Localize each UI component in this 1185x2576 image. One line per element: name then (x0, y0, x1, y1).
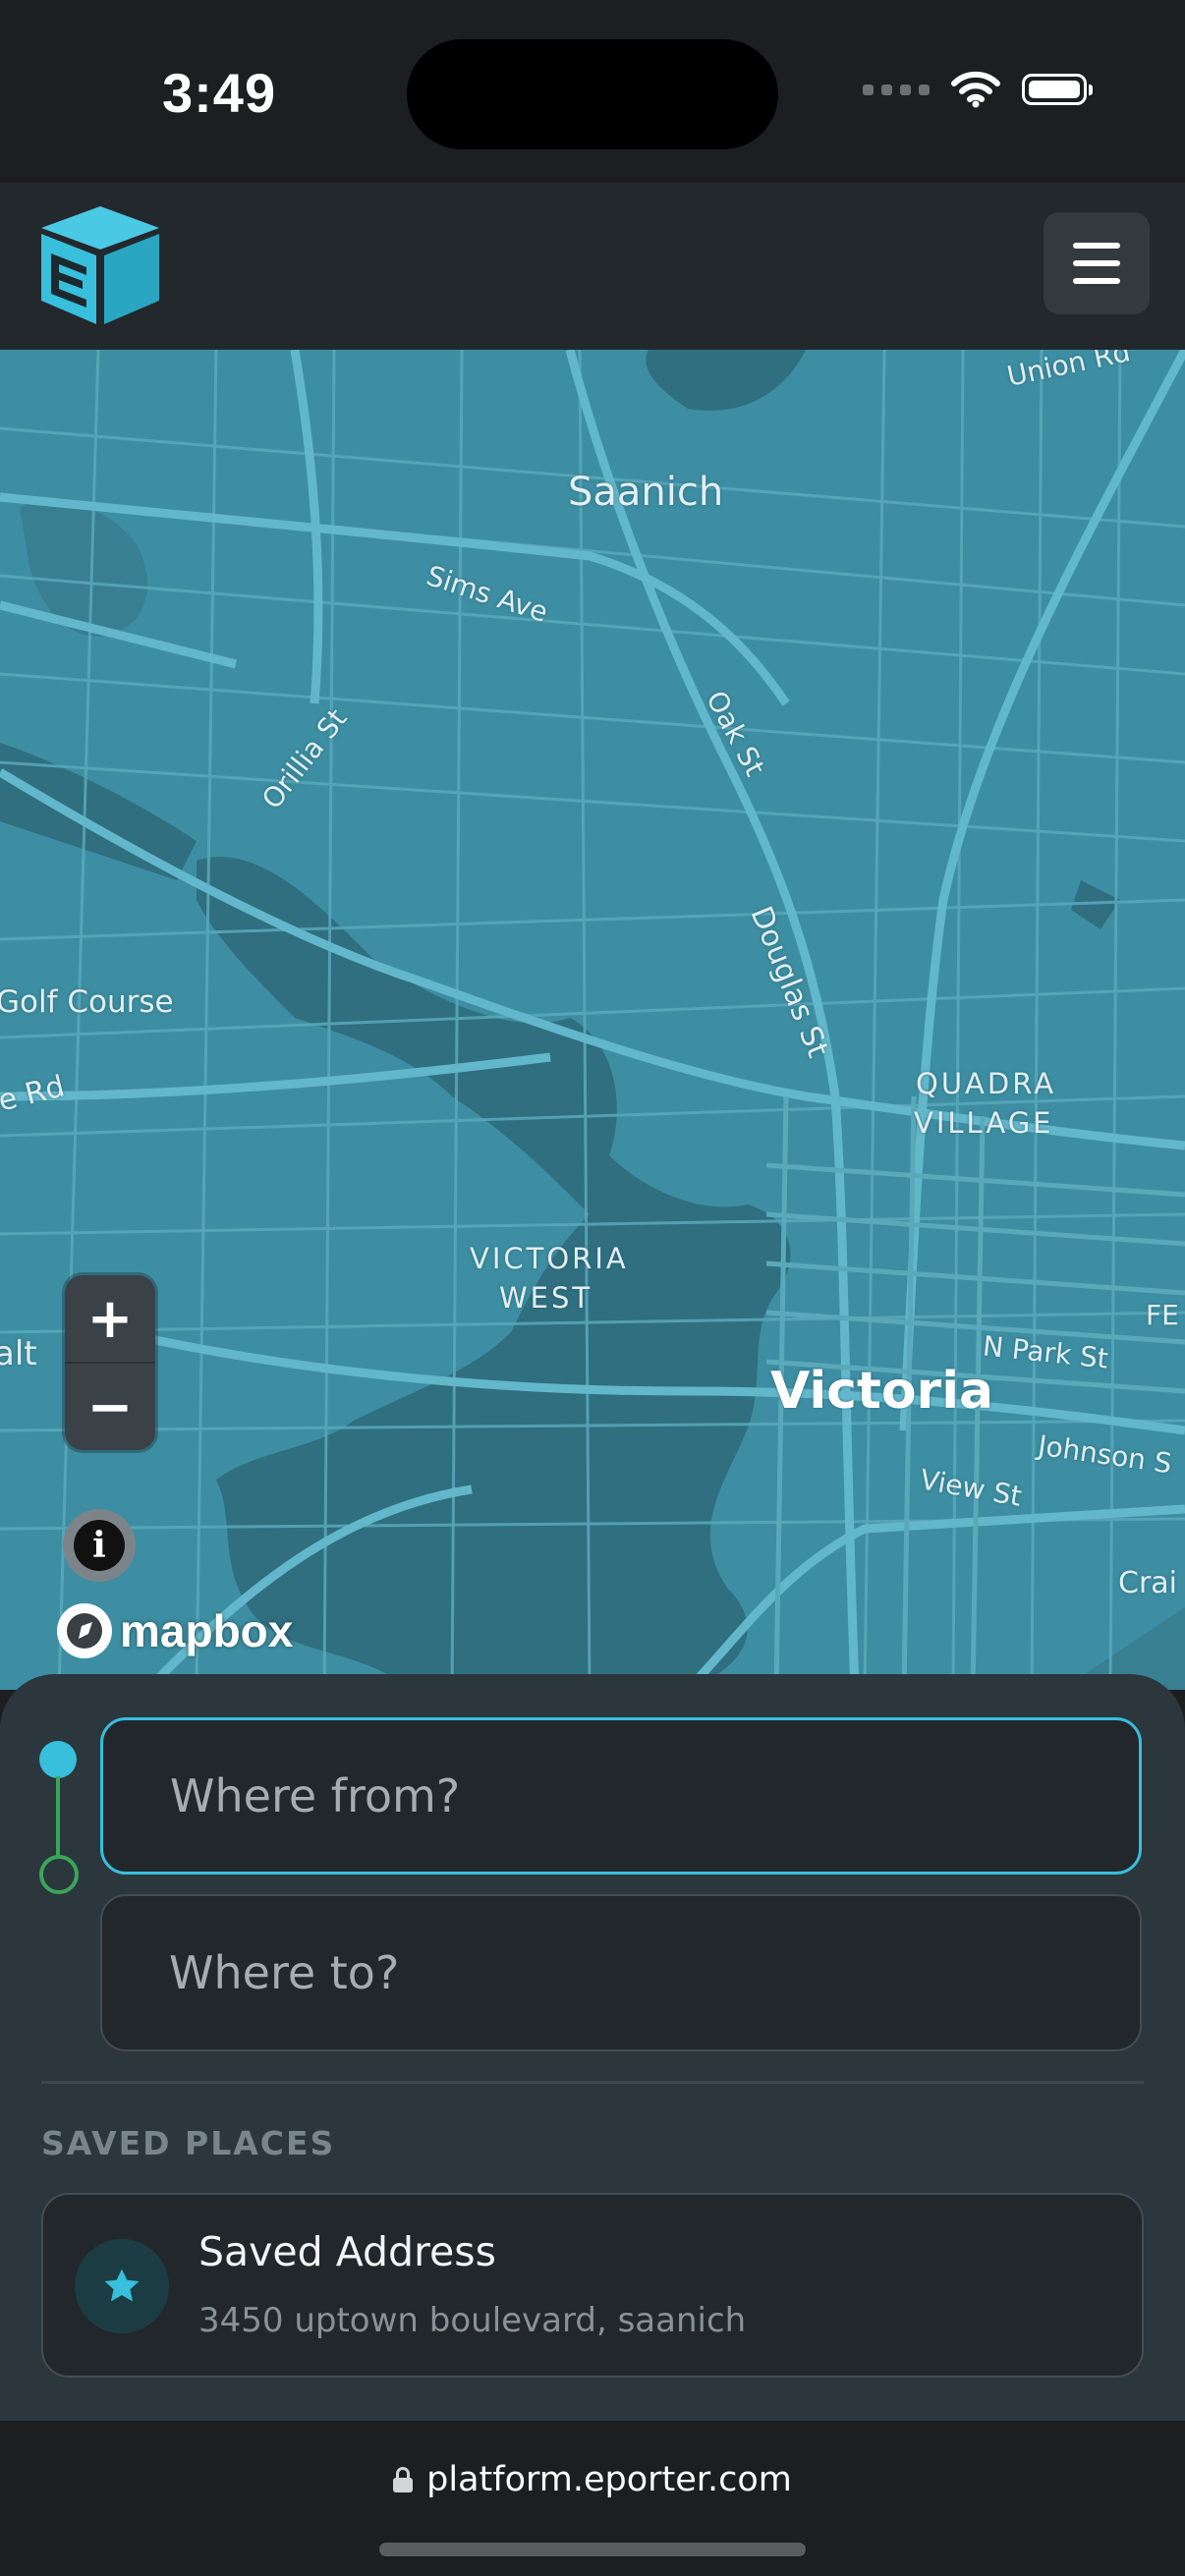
box-logo-icon[interactable] (33, 202, 167, 328)
map[interactable]: Union Rd Saanich Sims Ave Orillia St Oak… (0, 350, 1185, 1690)
divider (41, 2081, 1144, 2084)
clock: 3:49 (162, 62, 277, 124)
where-to-input[interactable] (102, 1896, 1140, 2049)
saved-place-item[interactable]: Saved Address 3450 uptown boulevard, saa… (41, 2193, 1144, 2378)
dynamic-island (407, 39, 778, 149)
map-label: QUADRA (916, 1067, 1057, 1100)
destination-field (100, 1894, 1142, 2051)
mapbox-attribution[interactable]: mapbox (57, 1603, 293, 1658)
battery-icon (1022, 74, 1093, 105)
where-from-input[interactable] (103, 1720, 1139, 1872)
status-icons (863, 71, 1093, 108)
map-label: Saanich (568, 470, 724, 515)
lock-icon (393, 2467, 414, 2492)
home-indicator[interactable] (379, 2543, 806, 2556)
origin-field (100, 1717, 1142, 1875)
map-info-button[interactable]: i (63, 1509, 136, 1582)
info-icon: i (74, 1520, 125, 1571)
map-label: Golf Course (0, 984, 174, 1020)
destination-ring-icon (39, 1855, 79, 1894)
mapbox-wordmark: mapbox (120, 1605, 294, 1656)
browser-bar: platform.eporter.com (0, 2421, 1185, 2576)
url-text: platform.eporter.com (426, 2460, 792, 2499)
map-label: alt (0, 1334, 37, 1373)
wifi-icon (951, 71, 1000, 108)
map-label: VICTORIA (470, 1242, 629, 1275)
saved-places-heading: SAVED PLACES (41, 2124, 336, 2162)
zoom-controls: + − (65, 1275, 155, 1450)
map-label: FE (1146, 1299, 1179, 1331)
address-bar[interactable]: platform.eporter.com (0, 2460, 1185, 2499)
saved-place-address: 3450 uptown boulevard, saanich (198, 2301, 747, 2340)
zoom-in-button[interactable]: + (65, 1275, 155, 1362)
map-label: Crai (1118, 1566, 1177, 1600)
star-icon (75, 2239, 169, 2333)
hamburger-menu-button[interactable] (1044, 212, 1150, 314)
app-header (0, 183, 1185, 350)
map-label: VILLAGE (914, 1106, 1054, 1140)
signal-icon (863, 84, 930, 95)
saved-place-name: Saved Address (198, 2228, 496, 2275)
zoom-out-button[interactable]: − (65, 1364, 155, 1450)
origin-dot-icon (39, 1741, 77, 1778)
mapbox-logo-icon (57, 1603, 112, 1658)
map-label: WEST (499, 1281, 593, 1315)
trip-panel: SAVED PLACES Saved Address 3450 uptown b… (0, 1674, 1185, 2421)
status-bar: 3:49 (0, 0, 1185, 183)
map-label: Victoria (770, 1362, 994, 1421)
route-line (56, 1776, 60, 1857)
